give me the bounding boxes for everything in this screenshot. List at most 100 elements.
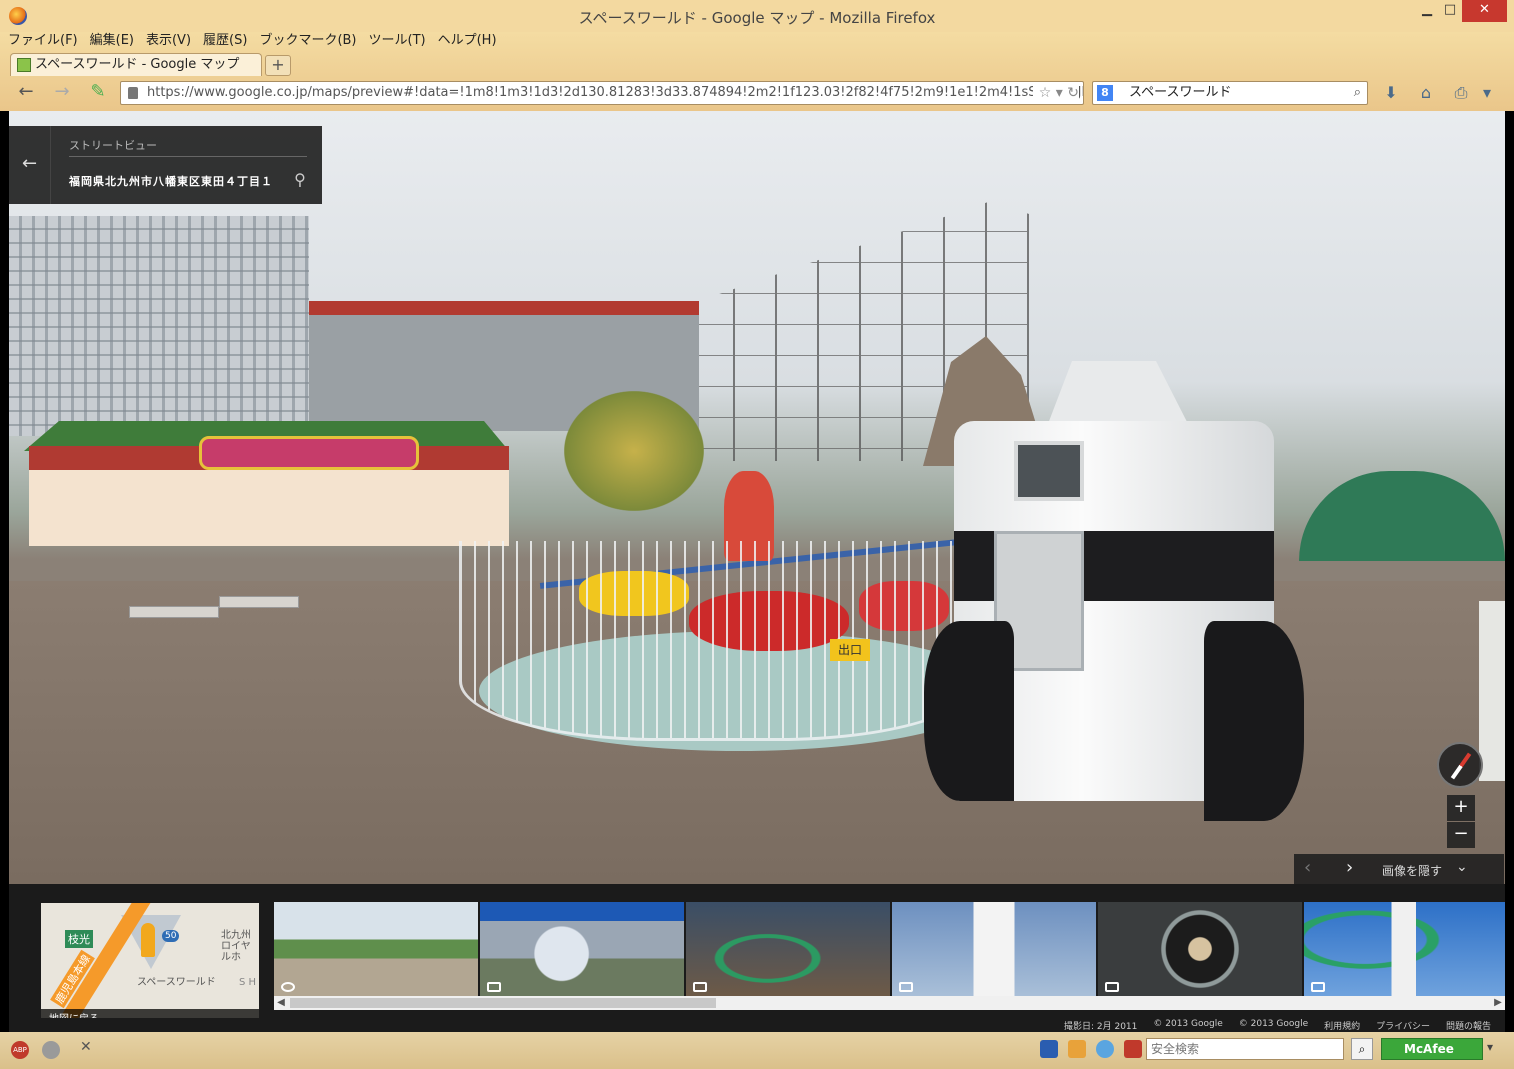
map-label-spaceworld: スペースワールド [137, 977, 216, 988]
map-label-cut: S H [239, 977, 257, 988]
copyright-2: © 2013 Google [1238, 1019, 1309, 1029]
camera-icon [693, 982, 707, 992]
download-icon[interactable]: ⬇ [1378, 82, 1404, 104]
adblock-icon[interactable]: ABP [11, 1041, 29, 1059]
toolbar-menu-icon[interactable]: ▾ [1478, 82, 1496, 104]
filmstrip-scrollbar[interactable]: ◀ ▶ [274, 996, 1505, 1010]
hotel-building [9, 216, 309, 436]
address-text: 福岡県北九州市八幡東区東田４丁目１ [69, 175, 273, 188]
menu-help[interactable]: ヘルプ(H) [438, 32, 497, 52]
mcafee-shield-icon[interactable] [1124, 1040, 1142, 1058]
window-title: スペースワールド - Google マップ - Mozilla Firefox [578, 9, 936, 27]
camera-icon [1311, 982, 1325, 992]
menu-tools[interactable]: ツール(T) [369, 32, 426, 52]
thumbnail-photo[interactable] [1304, 902, 1505, 996]
hide-images-button[interactable]: 画像を隠す [1382, 862, 1442, 879]
close-window-button[interactable]: ✕ [1462, 0, 1507, 22]
addon-gear-icon[interactable] [42, 1041, 60, 1059]
navigation-toolbar: ← → ✎ https://www.google.co.jp/maps/prev… [0, 78, 1514, 108]
reload-icon[interactable]: ↻ [1067, 85, 1079, 101]
exit-sign: 出口 [830, 639, 870, 661]
status-bar: ABP ✕ 安全検索 ⌕ McAfee ▾ [0, 1032, 1514, 1069]
skype-icon[interactable] [1040, 1040, 1058, 1058]
filmstrip: 鹿児島本線 枝光 50 北九州ロイヤルホ スペースワールド S H 地図に戻る … [9, 884, 1505, 1031]
terms-link[interactable]: 利用規約 [1324, 1019, 1360, 1032]
photo-thumbnails [274, 902, 1505, 996]
print-icon[interactable]: ⎙ [1448, 82, 1474, 104]
capture-date: 撮影日: 2月 2011 [1064, 1022, 1138, 1032]
station-label: 枝光 [65, 930, 93, 948]
browser-chrome: ファイル(F) 編集(E) 表示(V) 履歴(S) ブックマーク(B) ツール(… [0, 32, 1514, 111]
safe-search-go-icon[interactable]: ⌕ [1351, 1038, 1373, 1060]
search-icon[interactable]: ⌕ [1354, 82, 1361, 104]
filmstrip-controls: ‹ › 画像を隠す ⌄ [1294, 854, 1504, 884]
leaf-icon[interactable]: ✎ [86, 82, 110, 104]
scroll-left-icon[interactable]: ◀ [274, 996, 288, 1010]
globe-icon[interactable] [1096, 1040, 1114, 1058]
close-addon-bar-icon[interactable]: ✕ [80, 1039, 92, 1055]
menu-file[interactable]: ファイル(F) [8, 32, 78, 52]
thumbnail-street-view[interactable] [274, 902, 478, 996]
rocket-booth [924, 361, 1304, 831]
url-bar[interactable]: https://www.google.co.jp/maps/preview#!d… [120, 81, 1084, 105]
new-tab-button[interactable]: + [265, 55, 291, 76]
maximize-button[interactable]: □ [1436, 0, 1464, 22]
location-pin-icon[interactable]: ⚲ [292, 170, 308, 190]
mcafee-button[interactable]: McAfee [1381, 1038, 1483, 1060]
benches [129, 596, 299, 636]
zoom-out-button[interactable]: − [1447, 822, 1475, 848]
pole [1479, 601, 1505, 781]
street-view-panorama[interactable]: 出口 [9, 111, 1505, 884]
back-arrow-button[interactable]: ← [9, 126, 51, 204]
map-footer: 撮影日: 2月 2011 © 2013 Google © 2013 Google… [9, 1018, 1505, 1032]
report-problem-link[interactable]: 問題の報告 [1446, 1019, 1491, 1032]
street-view-360-icon [281, 982, 295, 992]
menu-bookmarks[interactable]: ブックマーク(B) [259, 32, 356, 52]
menu-history[interactable]: 履歴(S) [203, 32, 247, 52]
menu-edit[interactable]: 編集(E) [90, 32, 134, 52]
route-badge: 50 [162, 930, 180, 942]
thumbnail-photo[interactable] [1098, 902, 1302, 996]
green-umbrella [1299, 471, 1505, 561]
tab-label: スペースワールド - Google マップ [35, 57, 240, 72]
forward-arrow-icon[interactable]: → [50, 82, 74, 104]
privacy-link[interactable]: プライバシー [1376, 1019, 1430, 1032]
url-text: https://www.google.co.jp/maps/preview#!d… [147, 85, 1084, 100]
scroll-right-icon[interactable]: ▶ [1491, 996, 1505, 1010]
safe-search-input[interactable]: 安全検索 [1146, 1038, 1344, 1060]
compass-icon[interactable] [1437, 742, 1483, 788]
divider [69, 156, 307, 157]
search-bar[interactable]: 8 スペースワールド ⌕ [1092, 81, 1368, 105]
previous-chevron-icon[interactable]: ‹ [1304, 857, 1311, 878]
addon-icons [1040, 1040, 1142, 1058]
pegman-icon[interactable] [141, 923, 155, 957]
thumbnail-photo[interactable] [480, 902, 684, 996]
maps-favicon-icon [17, 58, 31, 72]
collapse-chevron-icon[interactable]: ⌄ [1456, 859, 1468, 875]
search-text: スペースワールド [1129, 85, 1232, 100]
ride-fence [459, 541, 979, 741]
shop-sign [199, 436, 419, 470]
street-view-info-card: ← ストリートビュー 福岡県北九州市八幡東区東田４丁目１ ⚲ [9, 126, 322, 204]
mini-map[interactable]: 鹿児島本線 枝光 50 北九州ロイヤルホ スペースワールド S H 地図に戻る [41, 903, 259, 1031]
camera-icon [899, 982, 913, 992]
camera-icon [487, 982, 501, 992]
thumbnail-photo[interactable] [892, 902, 1096, 996]
window-titlebar: スペースワールド - Google マップ - Mozilla Firefox … [0, 0, 1514, 32]
google-search-engine-icon[interactable]: 8 [1097, 85, 1113, 101]
lock-icon [128, 87, 138, 99]
home-icon[interactable]: ⌂ [1413, 82, 1439, 104]
back-arrow-icon[interactable]: ← [14, 82, 38, 104]
bookmark-star-icon[interactable]: ☆ [1039, 85, 1052, 101]
tab-active[interactable]: スペースワールド - Google マップ [10, 53, 262, 76]
street-view-label: ストリートビュー [69, 139, 157, 152]
thumbnail-photo[interactable] [686, 902, 890, 996]
mcafee-dropdown-icon[interactable]: ▾ [1487, 1040, 1493, 1054]
map-label-kitakyushu: 北九州ロイヤルホ [221, 930, 251, 963]
next-chevron-icon[interactable]: › [1346, 857, 1353, 878]
firefox-addon-icon[interactable] [1068, 1040, 1086, 1058]
menu-view[interactable]: 表示(V) [146, 32, 191, 52]
zoom-in-button[interactable]: + [1447, 795, 1475, 821]
scrollbar-thumb[interactable] [290, 998, 716, 1008]
url-dropdown-icon[interactable]: ▾ [1056, 85, 1063, 101]
